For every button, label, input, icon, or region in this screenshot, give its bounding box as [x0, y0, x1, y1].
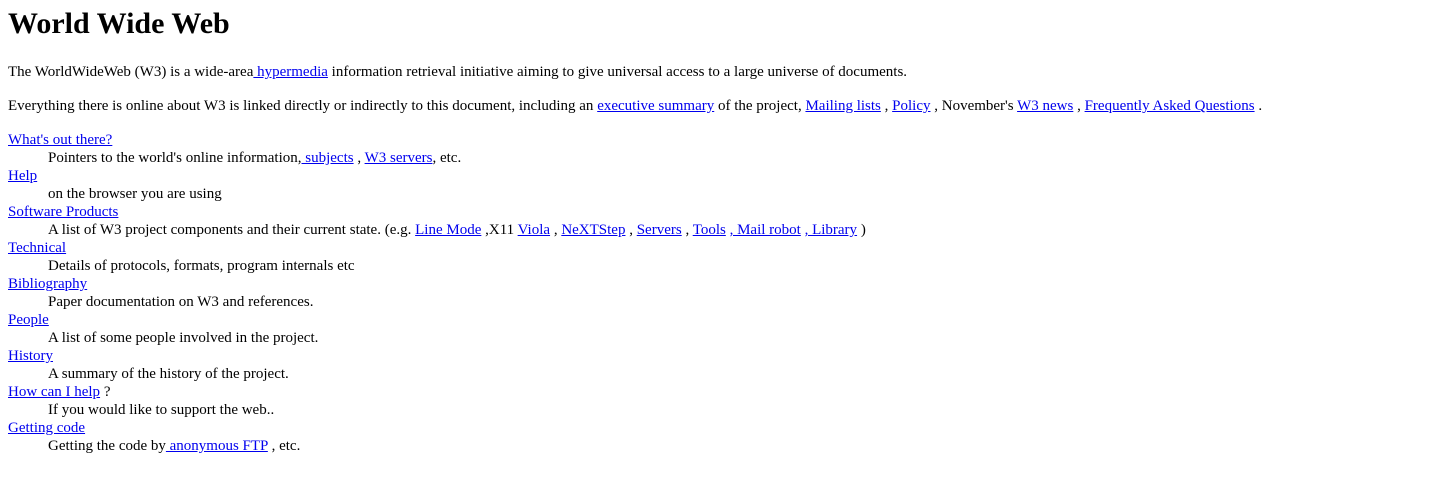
topic-description: Pointers to the world's online informati… — [48, 149, 1422, 167]
overview-text: of the project, — [714, 98, 806, 114]
description-text: Getting the code by — [48, 438, 166, 454]
description-separator: , — [681, 222, 693, 238]
intro-paragraph: The WorldWideWeb (W3) is a wide-area hyp… — [8, 63, 1422, 81]
mail-robot-link[interactable]: , Mail robot — [730, 222, 801, 238]
topic-bibliography: Bibliography — [8, 275, 1422, 293]
faq-link[interactable]: Frequently Asked Questions — [1085, 98, 1255, 114]
history-link[interactable]: History — [8, 348, 53, 364]
description-text: Pointers to the world's online informati… — [48, 150, 302, 166]
page: World Wide Web The WorldWideWeb (W3) is … — [0, 0, 1430, 499]
description-text: A list of W3 project components and thei… — [48, 222, 416, 238]
topic-getting-code: Getting code — [8, 419, 1422, 437]
bibliography-link[interactable]: Bibliography — [8, 276, 87, 292]
overview-text: , November's — [930, 98, 1018, 114]
hypermedia-link[interactable]: hypermedia — [253, 64, 328, 80]
how-can-i-help-link[interactable]: How can I help — [8, 384, 100, 400]
description-separator: , — [550, 222, 562, 238]
question-suffix: ? — [100, 384, 111, 400]
description-text: , etc. — [267, 438, 301, 454]
people-link[interactable]: People — [8, 312, 49, 328]
w3-servers-link[interactable]: W3 servers — [365, 150, 433, 166]
topic-list: What's out there? Pointers to the world'… — [8, 131, 1422, 455]
topic-software-products: Software Products — [8, 203, 1422, 221]
page-title: World Wide Web — [8, 7, 230, 40]
topic-description: Details of protocols, formats, program i… — [48, 258, 355, 274]
overview-text: Everything there is online about W3 is l… — [8, 98, 598, 114]
topic-description: A list of some people involved in the pr… — [48, 330, 319, 346]
getting-code-link[interactable]: Getting code — [8, 420, 85, 436]
topic-technical: Technical — [8, 239, 1422, 257]
tools-link[interactable]: Tools — [693, 222, 726, 238]
executive-summary-link[interactable]: executive summary — [597, 98, 714, 114]
description-text: ,X11 — [481, 222, 518, 238]
description-text: , etc. — [432, 150, 462, 166]
intro-text: The WorldWideWeb (W3) is a wide-area — [8, 64, 254, 80]
topic-description: A summary of the history of the project. — [48, 366, 289, 382]
help-link[interactable]: Help — [8, 168, 37, 184]
mailing-lists-link[interactable]: Mailing lists — [805, 98, 880, 114]
whats-out-there-link[interactable]: What's out there? — [8, 132, 112, 148]
topic-how-can-i-help: How can I help ? — [8, 383, 1422, 401]
topic-description: If you would like to support the web.. — [48, 402, 275, 418]
nextstep-link[interactable]: NeXTStep — [561, 222, 625, 238]
topic-description: on the browser you are using — [48, 186, 222, 202]
servers-link[interactable]: Servers — [637, 222, 682, 238]
topic-description: Paper documentation on W3 and references… — [48, 294, 314, 310]
technical-link[interactable]: Technical — [8, 240, 66, 256]
w3-news-link[interactable]: W3 news — [1017, 98, 1073, 114]
overview-separator: , — [1073, 98, 1085, 114]
description-text: ) — [857, 222, 866, 238]
topic-description: Getting the code by anonymous FTP , etc. — [48, 437, 1422, 455]
intro-text-end: information retrieval initiative aiming … — [327, 64, 908, 80]
line-mode-link[interactable]: Line Mode — [415, 222, 481, 238]
topic-history: History — [8, 347, 1422, 365]
topic-help: Help — [8, 167, 1422, 185]
viola-link[interactable]: Viola — [518, 222, 550, 238]
overview-end: . — [1254, 98, 1263, 114]
policy-link[interactable]: Policy — [892, 98, 930, 114]
topic-description: A list of W3 project components and thei… — [48, 221, 1422, 239]
overview-separator: , — [880, 98, 893, 114]
topic-whats-out-there: What's out there? — [8, 131, 1422, 149]
library-link[interactable]: , Library — [805, 222, 857, 238]
software-products-link[interactable]: Software Products — [8, 204, 118, 220]
anonymous-ftp-link[interactable]: anonymous FTP — [166, 438, 268, 454]
topic-people: People — [8, 311, 1422, 329]
subjects-link[interactable]: subjects — [302, 150, 353, 166]
description-separator: , — [625, 222, 637, 238]
overview-paragraph: Everything there is online about W3 is l… — [8, 97, 1422, 115]
description-separator: , — [353, 150, 365, 166]
